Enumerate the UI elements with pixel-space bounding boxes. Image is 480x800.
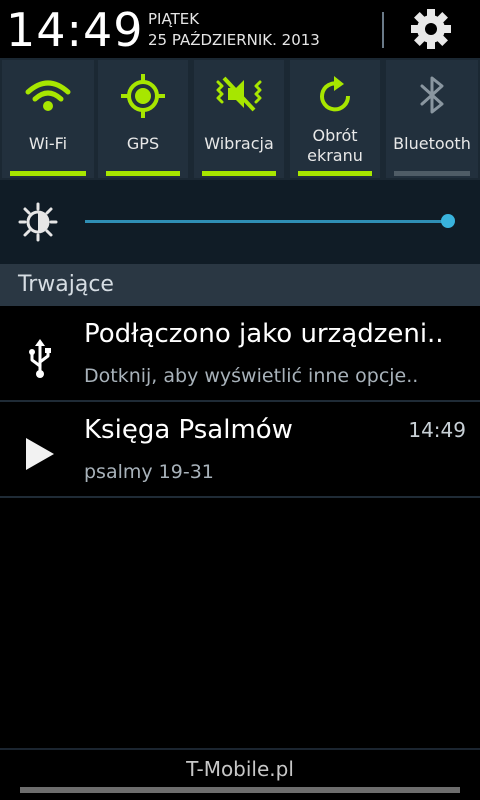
footer-divider (0, 748, 480, 750)
toggle-wifi[interactable]: Wi-Fi (2, 60, 94, 178)
toggle-wifi-indicator (10, 171, 86, 176)
toggle-rotation[interactable]: Obrót ekranu (290, 60, 380, 178)
section-ongoing: Trwające (0, 264, 480, 306)
brightness-row (0, 180, 480, 264)
notification-media[interactable]: Księga Psalmów psalmy 19-31 14:49 (0, 402, 480, 496)
usb-icon (18, 336, 62, 380)
brightness-slider-track[interactable] (85, 220, 447, 223)
rotate-icon (290, 72, 380, 120)
brightness-auto-icon[interactable] (18, 202, 58, 242)
clock: 14:49 (6, 3, 144, 57)
gps-icon (98, 72, 188, 120)
brightness-slider-thumb[interactable] (441, 214, 455, 228)
toggle-wifi-label: Wi-Fi (28, 134, 68, 153)
toggle-vibrate-indicator (202, 171, 276, 176)
drag-handle[interactable] (20, 787, 460, 793)
header-divider (382, 12, 384, 48)
toggle-rotation-label-line1: Obrót (312, 126, 358, 145)
toggle-vibrate[interactable]: Wibracja (194, 60, 284, 178)
section-ongoing-title: Trwające (18, 272, 114, 297)
toggle-gps-indicator (106, 171, 180, 176)
notification-media-subtitle: psalmy 19-31 (84, 461, 214, 483)
toggle-rotation-indicator (298, 171, 372, 176)
notification-divider (0, 496, 480, 498)
day-label: PIĄTEK (148, 10, 200, 28)
wifi-icon (2, 72, 94, 120)
notification-usb-title: Podłączono jako urządzeni.. (84, 319, 444, 349)
status-header: 14:49 PIĄTEK 25 PAŹDZIERNIK. 2013 (0, 0, 480, 58)
toggle-vibrate-label: Wibracja (204, 134, 274, 153)
notification-media-time: 14:49 (408, 418, 466, 442)
bluetooth-icon (386, 72, 478, 120)
quick-settings-panel: Wi-Fi GPS Wibracja Obrót ekranu Bluetoot… (0, 58, 480, 180)
toggle-gps-label: GPS (126, 134, 160, 153)
toggle-bluetooth-indicator (394, 171, 470, 176)
date-label: 25 PAŹDZIERNIK. 2013 (148, 31, 320, 49)
notification-usb-subtitle: Dotknij, aby wyświetlić inne opcje.. (84, 365, 419, 387)
settings-gear-icon[interactable] (406, 6, 456, 52)
notification-media-title: Księga Psalmów (84, 415, 293, 445)
vibrate-icon (194, 72, 284, 120)
carrier-label: T-Mobile.pl (186, 757, 294, 781)
toggle-rotation-label-line2: ekranu (307, 146, 363, 165)
toggle-bluetooth[interactable]: Bluetooth (386, 60, 478, 178)
toggle-gps[interactable]: GPS (98, 60, 188, 178)
notification-usb[interactable]: Podłączono jako urządzeni.. Dotknij, aby… (0, 306, 480, 400)
toggle-bluetooth-label: Bluetooth (393, 134, 471, 153)
play-icon (18, 432, 62, 476)
toggle-rotation-label: Obrót ekranu (290, 126, 380, 166)
